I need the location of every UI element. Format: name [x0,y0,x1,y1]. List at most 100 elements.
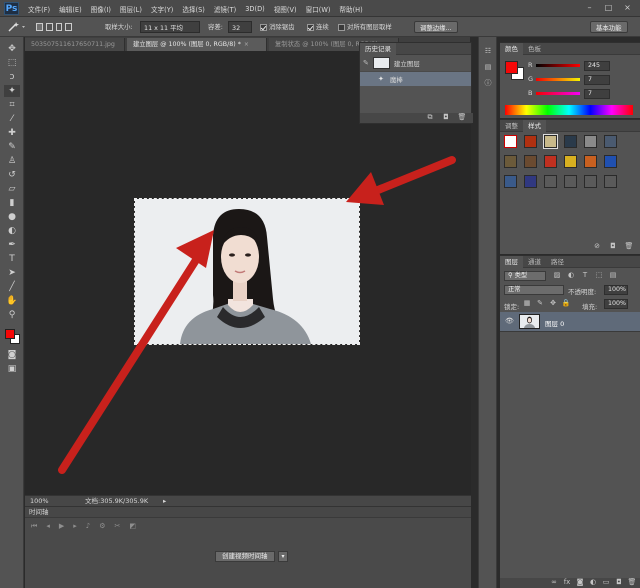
lock-all-icon[interactable]: 🔒 [561,299,571,308]
play-icon[interactable]: ▶ [59,522,64,531]
status-menu-arrow-icon[interactable]: ▸ [163,496,166,506]
layer-filter-dropdown[interactable]: ⚲ 类型 [504,271,546,281]
create-video-timeline-button[interactable]: 创建视频时间轴 [215,551,275,562]
previous-frame-icon[interactable]: ◂ [46,522,50,531]
layer-thumbnail [519,314,540,329]
pixel-filter-icon[interactable]: ▨ [552,271,562,280]
style-swatch[interactable] [564,135,577,148]
foreground-color-chip[interactable] [505,61,518,74]
lock-icons: ▦ ✎ ✥ 🔒 [522,299,571,308]
style-swatches-grid [504,134,617,188]
color-panel: 颜色 色板 R 245 G 7 B 7 [500,42,640,118]
timeline-dropdown-icon[interactable]: ▾ [278,551,288,562]
layer-style-icon[interactable]: fx [562,578,572,587]
g-slider[interactable] [536,78,580,81]
r-slider[interactable] [536,64,580,67]
tab-swatches[interactable]: 色板 [523,43,546,55]
tab-paths[interactable]: 路径 [546,256,569,268]
status-bar: 100% 文档:305.9K/305.9K ▸ [25,495,471,506]
layer-filter-icons: ▨ ◐ T ⬚ ▤ [552,271,618,280]
new-snapshot-icon[interactable]: ◘ [441,113,451,122]
style-swatch[interactable] [504,175,517,188]
history-tab[interactable]: 历史记录 [360,43,396,55]
blend-mode-dropdown[interactable]: 正常 [504,285,564,295]
history-snapshot[interactable]: ✎ 建立图层 [360,55,471,72]
tab-styles[interactable]: 样式 [523,120,546,132]
type-filter-icon[interactable]: T [580,271,590,280]
adjustment-layer-icon[interactable]: ◐ [588,578,598,587]
styles-footer: ⊘ ◘ 🗑 [592,242,634,251]
new-group-icon[interactable]: ▭ [601,578,611,587]
split-icon[interactable]: ✂ [114,522,120,531]
clear-style-icon[interactable]: ⊘ [592,242,602,251]
style-swatch[interactable] [504,155,517,168]
style-swatch[interactable] [524,155,537,168]
transition-icon[interactable]: ◩ [129,522,136,531]
fill-label: 填充: [582,303,598,311]
layers-footer: ∞ fx ◙ ◐ ▭ ◘ 🗑 [500,578,640,588]
lock-position-icon[interactable]: ✥ [548,299,558,308]
style-swatch[interactable] [584,155,597,168]
history-dock-icon[interactable]: ☷ [483,47,493,56]
b-value[interactable]: 7 [584,89,610,99]
new-style-icon[interactable]: ◘ [608,242,618,251]
first-frame-icon[interactable]: ⏮ [31,522,37,531]
trash-icon[interactable]: 🗑 [627,578,637,587]
styles-panel: 调整 样式 ⊘ ◘ 🗑 [500,119,640,254]
layer-mask-icon[interactable]: ◙ [575,578,585,587]
style-swatch[interactable] [604,155,617,168]
style-swatch[interactable] [524,135,537,148]
new-document-from-state-icon[interactable]: ⧉ [425,113,435,122]
foreground-color-swatch[interactable] [5,329,15,339]
lock-transparency-icon[interactable]: ▦ [522,299,532,308]
b-slider[interactable] [536,92,580,95]
layer-name[interactable]: 图层 0 [545,318,564,328]
fill-input[interactable]: 100% [604,299,628,309]
zoom-level[interactable]: 100% [30,496,49,506]
properties-dock-icon[interactable]: ▤ [483,63,493,72]
visibility-eye-icon[interactable]: 👁 [505,317,514,325]
panel-dock: ☷ ▤ ⓘ [478,37,497,588]
style-swatch[interactable] [524,175,537,188]
timeline-panel: 时间轴 ⏮ ◂ ▶ ▸ ♪ ⚙ ✂ ◩ 创建视频时间轴 ▾ [25,506,471,588]
arrow-line-1 [58,256,200,474]
opacity-input[interactable]: 100% [604,285,628,295]
style-swatch[interactable] [564,155,577,168]
style-swatch[interactable] [544,155,557,168]
trash-icon[interactable]: 🗑 [624,242,634,251]
tab-layers[interactable]: 图层 [500,256,523,268]
document-size[interactable]: 文档:305.9K/305.9K [85,496,148,506]
g-value[interactable]: 7 [584,75,610,85]
layer-row[interactable]: 👁 图层 0 [500,312,640,332]
style-swatch-none[interactable] [504,135,517,148]
r-label: R [528,61,533,69]
style-swatch[interactable] [564,175,577,188]
style-swatch[interactable] [584,135,597,148]
lock-pixels-icon[interactable]: ✎ [535,299,545,308]
audio-icon[interactable]: ♪ [86,522,90,531]
style-swatch[interactable] [584,175,597,188]
style-swatch[interactable] [544,175,557,188]
filter-label: 类型 [514,272,528,279]
layers-panel: 图层 通道 路径 ⚲ 类型 ▨ ◐ T ⬚ ▤ 正常 不透明度: 100% 锁定… [500,255,640,588]
tab-channels[interactable]: 通道 [523,256,546,268]
settings-icon[interactable]: ⚙ [99,522,105,531]
style-swatch[interactable] [604,135,617,148]
new-layer-icon[interactable]: ◘ [614,578,624,587]
timeline-title[interactable]: 时间轴 [29,508,49,516]
tab-color[interactable]: 颜色 [500,43,523,55]
smart-object-filter-icon[interactable]: ▤ [608,271,618,280]
style-swatch[interactable] [543,134,558,149]
history-step[interactable]: ✦ 魔棒 [360,72,471,86]
adjustment-filter-icon[interactable]: ◐ [566,271,576,280]
info-dock-icon[interactable]: ⓘ [483,79,493,88]
tab-adjustments[interactable]: 调整 [500,120,523,132]
shape-filter-icon[interactable]: ⬚ [594,271,604,280]
next-frame-icon[interactable]: ▸ [73,522,77,531]
link-layers-icon[interactable]: ∞ [549,578,559,587]
style-swatch[interactable] [604,175,617,188]
spectrum-ramp[interactable] [505,105,633,115]
trash-icon[interactable]: 🗑 [457,113,467,122]
r-value[interactable]: 245 [584,61,610,71]
snapshot-thumbnail [372,57,390,69]
